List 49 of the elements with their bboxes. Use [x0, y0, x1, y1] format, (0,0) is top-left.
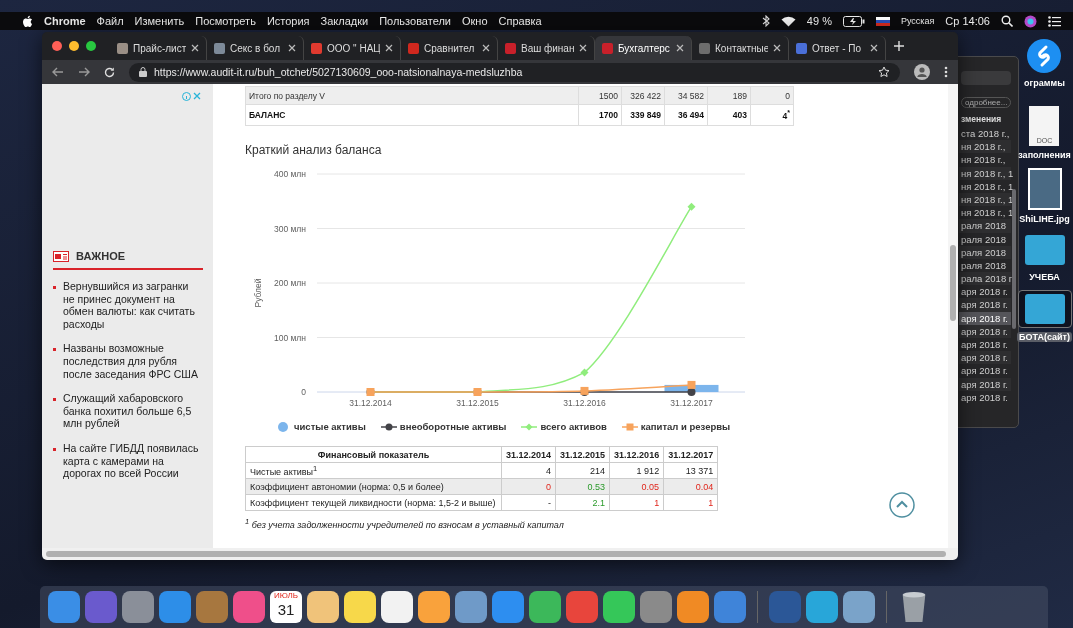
table-cell: 0 [750, 86, 794, 105]
table-cell: 1500 [578, 86, 622, 105]
axis-label: 400 млн [273, 169, 306, 179]
axis-label: 200 млн [273, 278, 306, 288]
axis-label: 100 млн [273, 332, 306, 343]
axis-label: 300 млн [273, 223, 306, 234]
table-cell: БАЛАНС [245, 104, 579, 126]
table-cell: 1 912 [609, 462, 664, 479]
table-cell: 1 [663, 494, 718, 511]
calendar-day: 31 [277, 601, 295, 619]
column-header: 31.12.2014 [501, 446, 556, 463]
table-cell: Коэффициент текущей ликвидности (норма: 1,5-2 и выше) [245, 494, 502, 511]
table-cell: 0.04 [663, 478, 718, 495]
axis-label: 31.12.2014 [349, 398, 392, 408]
table-cell: 189 [707, 86, 751, 105]
footnote: $^{1}$ без учета задолженности учредителей по взносам в уставный капитал [245, 517, 564, 530]
table-cell: 0.53 [555, 478, 610, 495]
table-cell: Коэффициент автономии (норма: 0,5 и более) [245, 478, 502, 495]
table-cell: 36 494 [664, 104, 708, 126]
table-cell: 0 [501, 478, 556, 495]
table-cell: 1700 [578, 104, 622, 126]
table-cell: 13 371 [663, 462, 718, 479]
axis-label: 31.12.2015 [456, 398, 499, 408]
section-title: ВАЖНОЕ [76, 250, 126, 262]
axis-label: 31.12.2016 [563, 398, 606, 408]
table-cell: - [501, 494, 556, 511]
column-header: 31.12.2017 [663, 446, 718, 463]
axis-title: Рублей [253, 278, 263, 308]
table-cell: 0.05 [609, 478, 664, 495]
calendar-month: ИЮЛЬ [274, 591, 298, 601]
table-cell: 4 [501, 462, 556, 479]
table-cell: 34 582 [664, 86, 708, 105]
column-header: 31.12.2016 [609, 446, 664, 463]
battery-percent: 49 % [806, 15, 832, 27]
table-cell: 4$^{*}$ [750, 104, 794, 126]
column-header: 31.12.2015 [555, 446, 610, 463]
table-cell: 2.1 [555, 494, 610, 511]
url-text: https://www.audit-it.ru/buh_otchet/5027130609_ooo-natsionalnaya-medsluzhba [154, 66, 523, 78]
table-cell: 1 [609, 494, 664, 511]
table-cell: Чистые активы$^{1}$ [245, 462, 502, 479]
column-header: Финансовый показатель [245, 446, 502, 463]
table-cell: 326 422 [621, 86, 665, 105]
table-cell: 339 849 [621, 104, 665, 126]
table-cell: Итого по разделу V [245, 86, 579, 105]
axis-label: 31.12.2017 [670, 398, 713, 408]
table-cell: 403 [707, 104, 751, 126]
section-title: Краткий анализ баланса [245, 143, 383, 157]
table-cell: 214 [555, 462, 610, 479]
axis-label: 0 [301, 387, 306, 397]
